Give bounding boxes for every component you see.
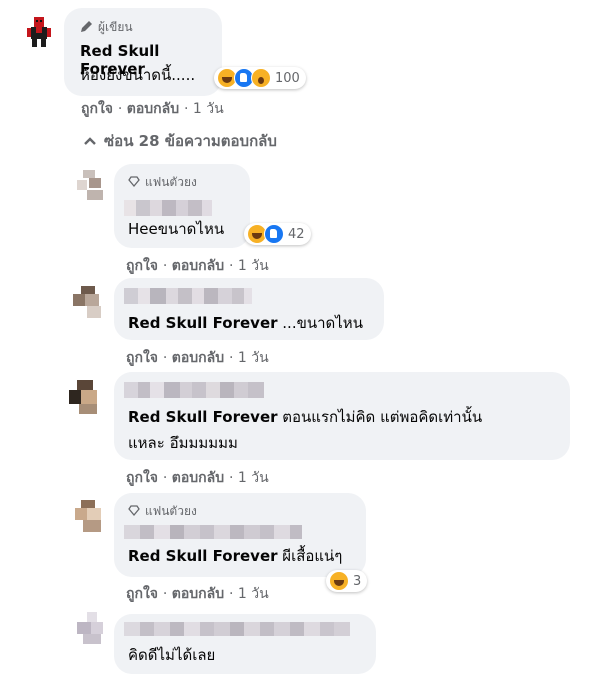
like-action[interactable]: ถูกใจ bbox=[81, 101, 113, 117]
reply-action[interactable]: ตอบกลับ bbox=[127, 101, 179, 117]
reply-time[interactable]: 1 วัน bbox=[238, 470, 269, 486]
diamond-icon bbox=[128, 175, 140, 190]
reply-actions: ถูกใจ · ตอบกลับ · 1 วัน bbox=[126, 470, 269, 486]
reply-body: ...ขนาดไหน bbox=[277, 314, 363, 332]
author-avatar[interactable] bbox=[21, 14, 57, 50]
reply-text: Heeขนาดไหน bbox=[128, 220, 225, 238]
reply-text: Red Skull Forever ...ขนาดไหน bbox=[128, 312, 363, 334]
pencil-icon bbox=[80, 20, 93, 36]
reply-text: Red Skull Forever ตอนแรกไม่คิด แต่พอคิดเ… bbox=[128, 406, 482, 428]
like-action[interactable]: ถูกใจ bbox=[126, 586, 158, 602]
reply-avatar[interactable] bbox=[77, 612, 107, 644]
chevron-up-icon bbox=[84, 132, 96, 150]
fan-badge: แฟนตัวยง bbox=[128, 173, 197, 192]
reply-avatar[interactable] bbox=[69, 380, 103, 414]
diamond-icon bbox=[128, 504, 140, 519]
reply-text: Red Skull Forever ผีเสื้อแน่ๆ bbox=[128, 545, 342, 567]
reaction-count: 42 bbox=[288, 226, 305, 242]
mention-link[interactable]: Red Skull Forever bbox=[128, 314, 278, 332]
reply-bubble: Red Skull Forever ...ขนาดไหน bbox=[114, 278, 384, 340]
comment-bubble: ผู้เขียน Red Skull Forever ห้องยังขนาดนี… bbox=[64, 8, 222, 96]
mention-link[interactable]: Red Skull Forever bbox=[128, 408, 278, 426]
reply-actions: ถูกใจ · ตอบกลับ · 1 วัน bbox=[126, 586, 269, 602]
reply-body: ผีเสื้อแน่ๆ bbox=[277, 547, 343, 565]
reply-time[interactable]: 1 วัน bbox=[238, 586, 269, 602]
reply-text-line2: แหละ อึมมมมมม bbox=[128, 434, 238, 452]
reaction-count: 3 bbox=[353, 573, 362, 589]
reaction-summary[interactable]: 42 bbox=[244, 223, 311, 245]
red-skull-avatar-icon bbox=[27, 17, 51, 47]
blurred-name[interactable] bbox=[124, 200, 220, 216]
wow-icon bbox=[251, 68, 271, 88]
author-badge: ผู้เขียน bbox=[80, 18, 133, 37]
hide-replies-button[interactable]: ซ่อน 28 ข้อความตอบกลับ bbox=[84, 129, 277, 153]
reaction-summary[interactable]: 100 bbox=[214, 67, 306, 89]
reply-text: คิดดีไม่ได้เลย bbox=[128, 646, 216, 664]
mention-link[interactable]: Red Skull Forever bbox=[128, 547, 278, 565]
reaction-summary[interactable]: 3 bbox=[326, 570, 368, 592]
comment-text: ห้องยังขนาดนี้..... bbox=[80, 66, 196, 84]
reply-time[interactable]: 1 วัน bbox=[238, 258, 269, 274]
comment-actions: ถูกใจ · ตอบกลับ · 1 วัน bbox=[81, 101, 224, 117]
reply-action[interactable]: ตอบกลับ bbox=[172, 258, 224, 274]
reply-avatar[interactable] bbox=[73, 286, 105, 320]
reaction-count: 100 bbox=[275, 70, 300, 86]
blurred-name[interactable] bbox=[124, 382, 264, 398]
blurred-name[interactable] bbox=[124, 288, 252, 304]
like-action[interactable]: ถูกใจ bbox=[126, 470, 158, 486]
fan-badge-label: แฟนตัวยง bbox=[145, 175, 197, 189]
reply-bubble: แฟนตัวยง Heeขนาดไหน bbox=[114, 164, 250, 248]
reply-actions: ถูกใจ · ตอบกลับ · 1 วัน bbox=[126, 258, 269, 274]
reply-actions: ถูกใจ · ตอบกลับ · 1 วัน bbox=[126, 350, 269, 366]
reply-bubble: แฟนตัวยง Red Skull Forever ผีเสื้อแน่ๆ bbox=[114, 493, 366, 577]
reply-action[interactable]: ตอบกลับ bbox=[172, 350, 224, 366]
like-icon bbox=[264, 224, 284, 244]
fan-badge: แฟนตัวยง bbox=[128, 502, 197, 521]
reply-time[interactable]: 1 วัน bbox=[238, 350, 269, 366]
comment-time[interactable]: 1 วัน bbox=[193, 101, 224, 117]
like-action[interactable]: ถูกใจ bbox=[126, 350, 158, 366]
author-badge-label: ผู้เขียน bbox=[98, 20, 133, 34]
fan-badge-label: แฟนตัวยง bbox=[145, 504, 197, 518]
reply-action[interactable]: ตอบกลับ bbox=[172, 470, 224, 486]
reply-action[interactable]: ตอบกลับ bbox=[172, 586, 224, 602]
reply-avatar[interactable] bbox=[75, 500, 105, 532]
reply-bubble: คิดดีไม่ได้เลย bbox=[114, 614, 376, 674]
hide-replies-label: ซ่อน 28 ข้อความตอบกลับ bbox=[104, 132, 277, 150]
reply-avatar[interactable] bbox=[77, 170, 107, 200]
blurred-name[interactable] bbox=[124, 525, 314, 539]
like-action[interactable]: ถูกใจ bbox=[126, 258, 158, 274]
reply-bubble: Red Skull Forever ตอนแรกไม่คิด แต่พอคิดเ… bbox=[114, 372, 570, 460]
blurred-name[interactable] bbox=[124, 622, 364, 636]
reply-body: ตอนแรกไม่คิด แต่พอคิดเท่านั้น bbox=[277, 408, 483, 426]
haha-icon bbox=[329, 571, 349, 591]
